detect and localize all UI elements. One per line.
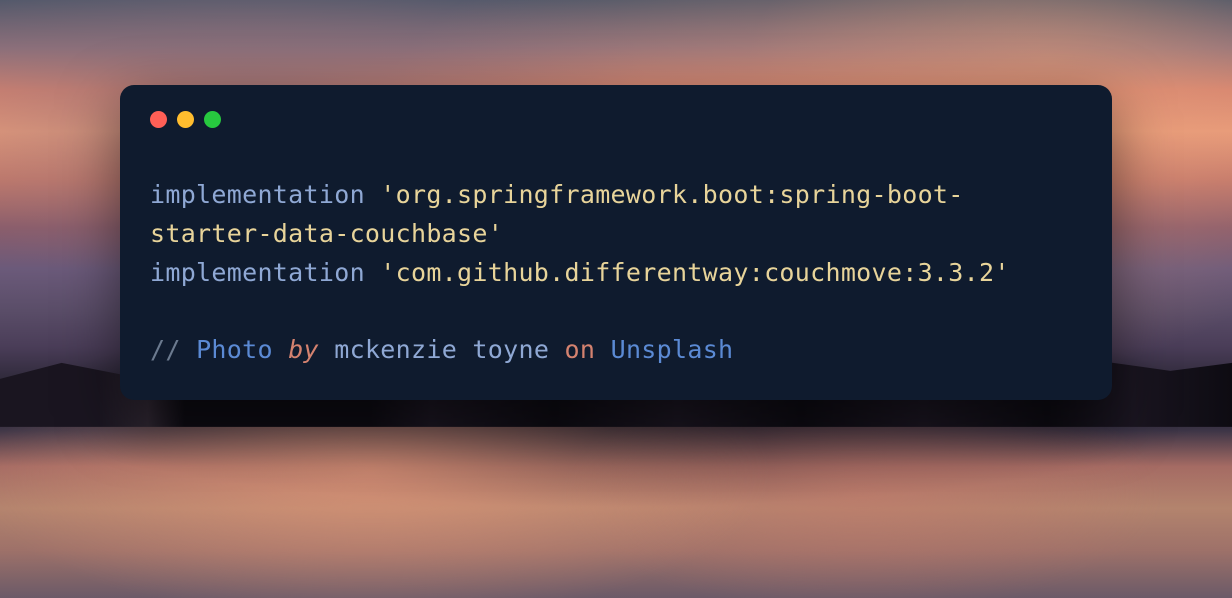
code-comment-word: Photo [196, 335, 273, 364]
close-icon[interactable] [150, 111, 167, 128]
zoom-icon[interactable] [204, 111, 221, 128]
code-content: implementation 'org.springframework.boot… [150, 176, 1082, 370]
window-controls [150, 111, 1082, 128]
code-string: 'com.github.differentway:couchmove:3.3.2… [380, 258, 1009, 287]
code-window: implementation 'org.springframework.boot… [120, 85, 1112, 400]
code-comment-site: Unsplash [611, 335, 734, 364]
code-comment-by: by [288, 335, 319, 364]
code-keyword: implementation [150, 258, 365, 287]
code-comment-slashes: // [150, 335, 181, 364]
minimize-icon[interactable] [177, 111, 194, 128]
code-comment-author: mckenzie toyne [334, 335, 549, 364]
code-keyword: implementation [150, 180, 365, 209]
code-comment-on: on [565, 335, 596, 364]
